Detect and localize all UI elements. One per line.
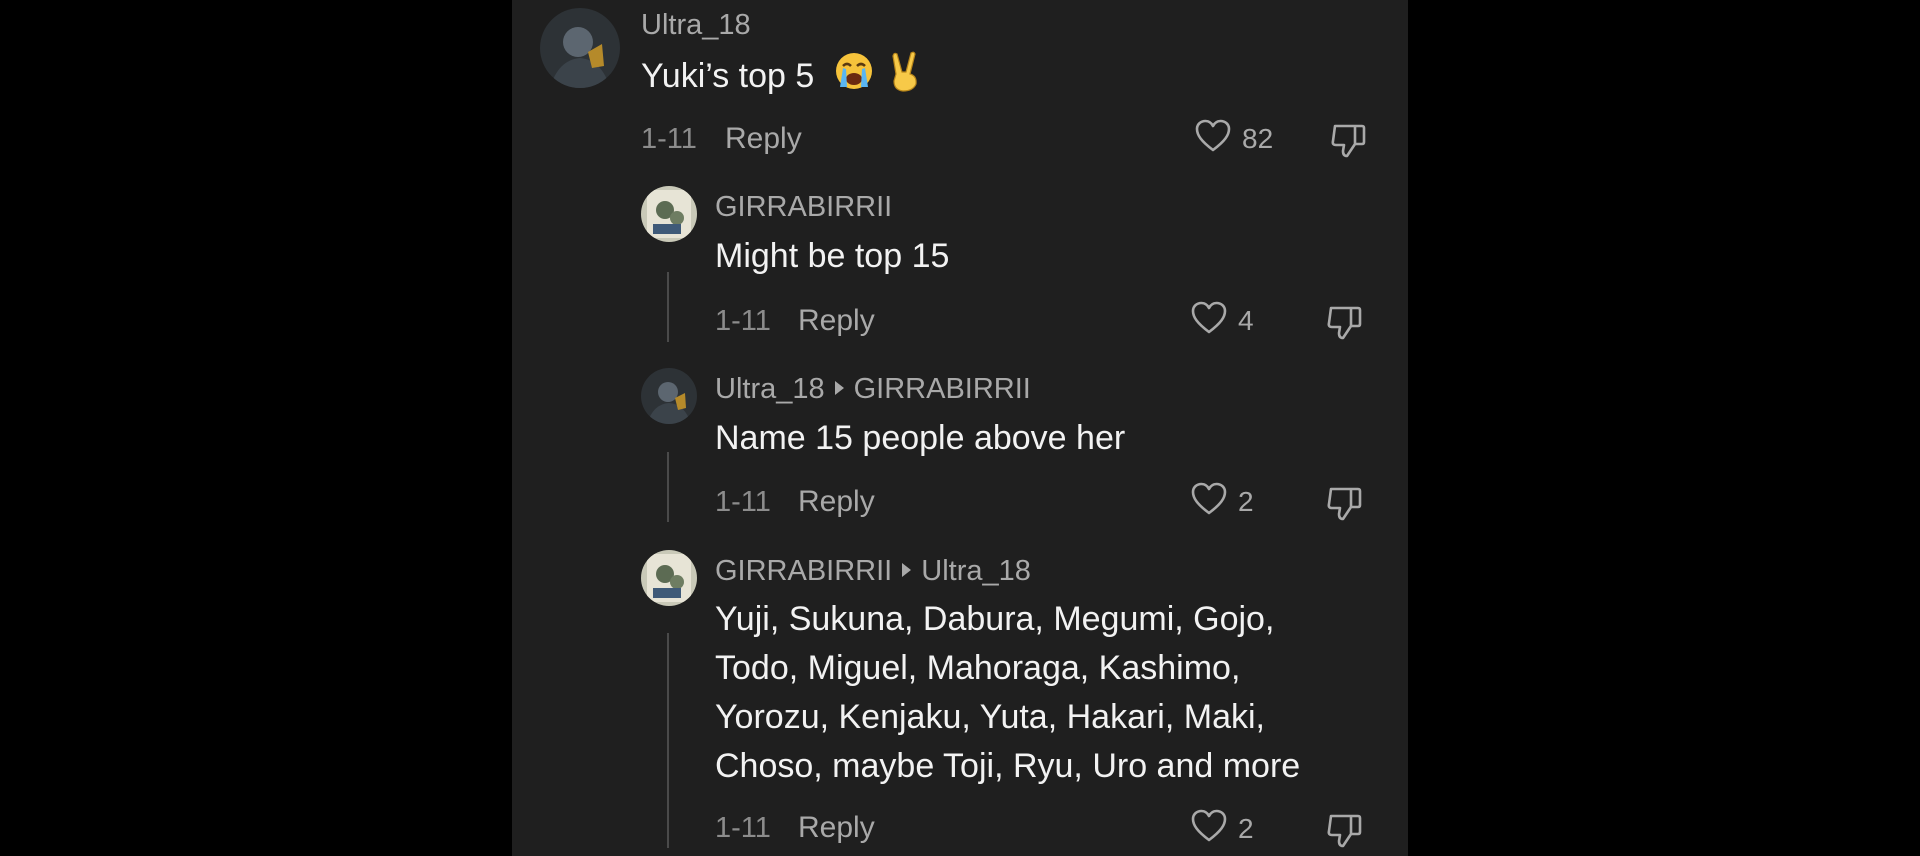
like-button[interactable]: 2 — [1190, 808, 1254, 849]
comment-username[interactable]: Ultra_18 — [641, 8, 751, 42]
heart-icon — [1190, 300, 1228, 341]
reply-button[interactable]: Reply — [725, 122, 802, 156]
comment-username[interactable]: Ultra_18 GIRRABIRRII — [715, 372, 1031, 406]
loudly-crying-face-icon — [834, 51, 874, 105]
comment-date: 1-11 — [715, 486, 771, 518]
heart-icon — [1190, 481, 1228, 522]
avatar[interactable] — [641, 186, 697, 242]
like-count: 2 — [1238, 812, 1254, 844]
heart-icon — [1194, 118, 1232, 159]
dislike-button[interactable] — [1329, 120, 1369, 165]
reply-button[interactable]: Reply — [798, 811, 875, 845]
victory-hand-icon — [887, 50, 923, 106]
like-button[interactable]: 2 — [1190, 481, 1254, 522]
dislike-icon — [1329, 124, 1369, 164]
reply-button[interactable]: Reply — [798, 304, 875, 338]
reply-to-username[interactable]: Ultra_18 — [921, 555, 1031, 587]
avatar[interactable] — [641, 550, 697, 606]
username-text[interactable]: GIRRABIRRII — [715, 555, 892, 587]
thread-line — [667, 452, 669, 522]
avatar[interactable] — [540, 8, 620, 88]
heart-icon — [1190, 808, 1228, 849]
reply-arrow-icon — [834, 381, 844, 396]
reply-arrow-icon — [902, 563, 912, 578]
comment-username[interactable]: GIRRABIRRII — [715, 190, 892, 224]
comment-text-line: Yuki’s top 5 — [641, 56, 815, 95]
username-text[interactable]: Ultra_18 — [715, 373, 825, 405]
reply-to-username[interactable]: GIRRABIRRII — [854, 373, 1031, 405]
like-count: 2 — [1238, 485, 1254, 517]
username-text[interactable]: Ultra_18 — [641, 9, 751, 41]
comment-text-line: Yorozu, Kenjaku, Yuta, Hakari, Maki, — [715, 698, 1265, 736]
comment-text-line: Choso, maybe Toji, Ryu, Uro and more — [715, 747, 1301, 785]
dislike-button[interactable] — [1325, 483, 1365, 528]
like-count: 4 — [1238, 304, 1254, 336]
comment-text: Yuji, Sukuna, Dabura, Megumi, Gojo, Todo… — [715, 595, 1300, 791]
avatar[interactable] — [641, 368, 697, 424]
comment-date: 1-11 — [715, 305, 771, 337]
comment-text: Might be top 15 — [715, 232, 949, 281]
dislike-button[interactable] — [1325, 302, 1365, 347]
username-text[interactable]: GIRRABIRRII — [715, 191, 892, 223]
reply-button[interactable]: Reply — [798, 485, 875, 519]
comment-text-line: Might be top 15 — [715, 237, 950, 275]
thread-line — [667, 272, 669, 342]
comment-date: 1-11 — [641, 123, 697, 155]
comment-username[interactable]: GIRRABIRRII Ultra_18 — [715, 554, 1031, 588]
dislike-icon — [1325, 306, 1365, 346]
comment-text: Yuki’s top 5 — [641, 50, 923, 106]
like-count: 82 — [1242, 122, 1274, 154]
comment-text-line: Name 15 people above her — [715, 419, 1126, 457]
comment-text-line: Todo, Miguel, Mahoraga, Kashimo, — [715, 649, 1241, 687]
comments-panel: Ultra_18 Yuki’s top 5 1-11 Reply 82 GIRR… — [512, 0, 1408, 856]
comment-date: 1-11 — [715, 812, 771, 844]
comment-ultra18-top: Ultra_18 Yuki’s top 5 1-11 Reply 82 — [512, 0, 1408, 170]
comment-text-line: Yuji, Sukuna, Dabura, Megumi, Gojo, — [715, 600, 1275, 638]
thread-line — [667, 633, 669, 848]
like-button[interactable]: 82 — [1194, 118, 1273, 159]
like-button[interactable]: 4 — [1190, 300, 1254, 341]
dislike-icon — [1325, 487, 1365, 527]
dislike-button[interactable] — [1325, 810, 1365, 855]
dislike-icon — [1325, 814, 1365, 854]
comment-text: Name 15 people above her — [715, 414, 1125, 463]
